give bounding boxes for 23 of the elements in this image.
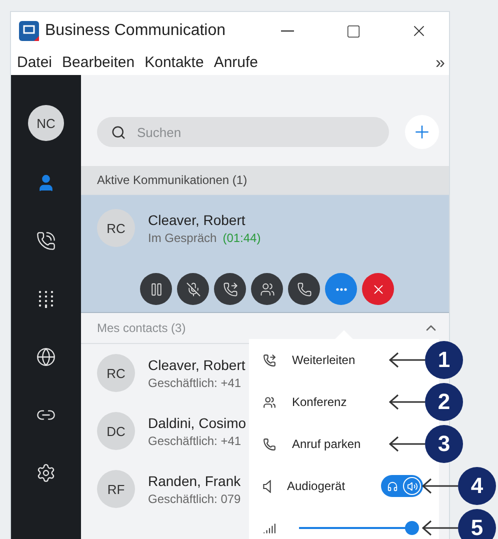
option-label: Weiterleiten [292, 353, 356, 367]
callout-number: 5 [458, 509, 496, 539]
section-title: Mes contacts (3) [97, 321, 186, 335]
contact-avatar: RC [97, 209, 135, 247]
callout-number: 2 [425, 383, 463, 421]
section-title: Aktive Kommunikationen (1) [97, 173, 248, 187]
callout-number: 3 [425, 425, 463, 463]
contact-avatar: DC [97, 412, 135, 450]
contact-name: Cleaver, Robert [148, 356, 246, 372]
call-status: Im Gespräch (01:44) [148, 230, 261, 244]
contact-phone: Geschäftlich: +41 [148, 376, 242, 390]
contact-name: Randen, Frank [148, 472, 241, 488]
contact-avatar: RF [97, 470, 135, 508]
contact-name: Cleaver, Robert [148, 212, 246, 228]
contact-phone: Geschäftlich: +41 [148, 434, 242, 448]
contact-avatar: RC [97, 354, 135, 392]
option-label: Audiogerät [287, 479, 346, 493]
contact-phone: Geschäftlich: 079 [148, 492, 241, 506]
contact-name: Daldini, Cosimo [148, 414, 246, 430]
window-title: Business Communication [45, 22, 227, 40]
option-label: Anruf parken [292, 437, 361, 451]
callout-number: 4 [458, 467, 496, 505]
option-label: Konferenz [292, 395, 347, 409]
